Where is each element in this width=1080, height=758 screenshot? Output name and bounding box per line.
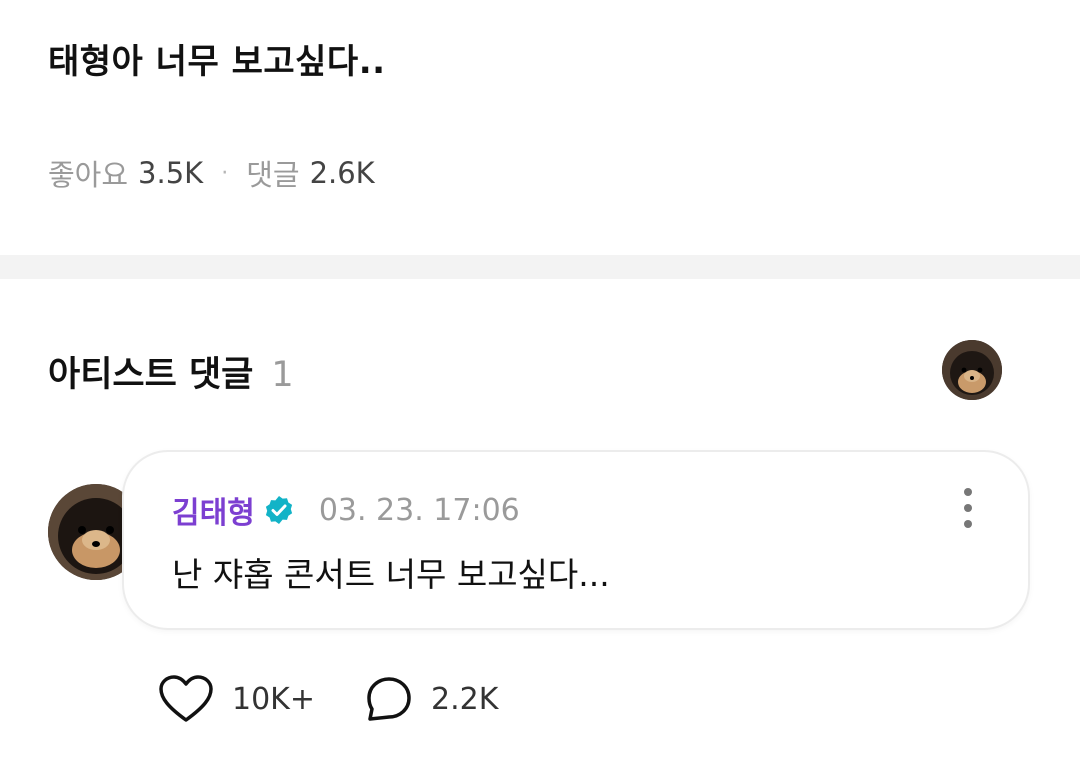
- comment-card: 김태형 03. 23. 17:06 난 쟈홉 콘서트 너무 보고싶다...: [122, 450, 1030, 630]
- comment-header: 김태형 03. 23. 17:06: [172, 488, 520, 532]
- like-button[interactable]: 10K+: [158, 674, 315, 724]
- heart-icon: [159, 675, 213, 722]
- like-count: 10K+: [232, 681, 315, 717]
- comment-bubble-icon: [367, 677, 411, 721]
- post-stats: 좋아요 3.5K · 댓글 2.6K: [48, 152, 375, 194]
- artist-comments-title: 아티스트 댓글: [48, 355, 254, 395]
- comment-body: 난 쟈홉 콘서트 너무 보고싶다...: [172, 555, 610, 594]
- stats-separator: ·: [221, 160, 229, 186]
- reply-button[interactable]: 2.2K: [365, 675, 498, 723]
- verified-badge-icon: [263, 494, 295, 526]
- section-divider: [0, 255, 1080, 279]
- comments-count[interactable]: 2.6K: [310, 156, 375, 190]
- artist-comments-count: 1: [271, 355, 294, 395]
- comments-label: 댓글: [246, 158, 300, 192]
- more-vertical-icon[interactable]: [958, 488, 978, 528]
- post-text: 태형아 너무 보고싶다..: [48, 42, 386, 82]
- comment-author-name[interactable]: 김태형: [172, 488, 255, 532]
- likes-count[interactable]: 3.5K: [138, 156, 203, 190]
- reply-count: 2.2K: [430, 681, 499, 717]
- artist-avatar[interactable]: [942, 340, 1002, 400]
- likes-label: 좋아요: [48, 158, 129, 192]
- comment-actions: 10K+ 2.2K: [158, 674, 498, 724]
- artist-comments-header: 아티스트 댓글 1: [48, 346, 294, 397]
- comment-timestamp: 03. 23. 17:06: [318, 492, 520, 528]
